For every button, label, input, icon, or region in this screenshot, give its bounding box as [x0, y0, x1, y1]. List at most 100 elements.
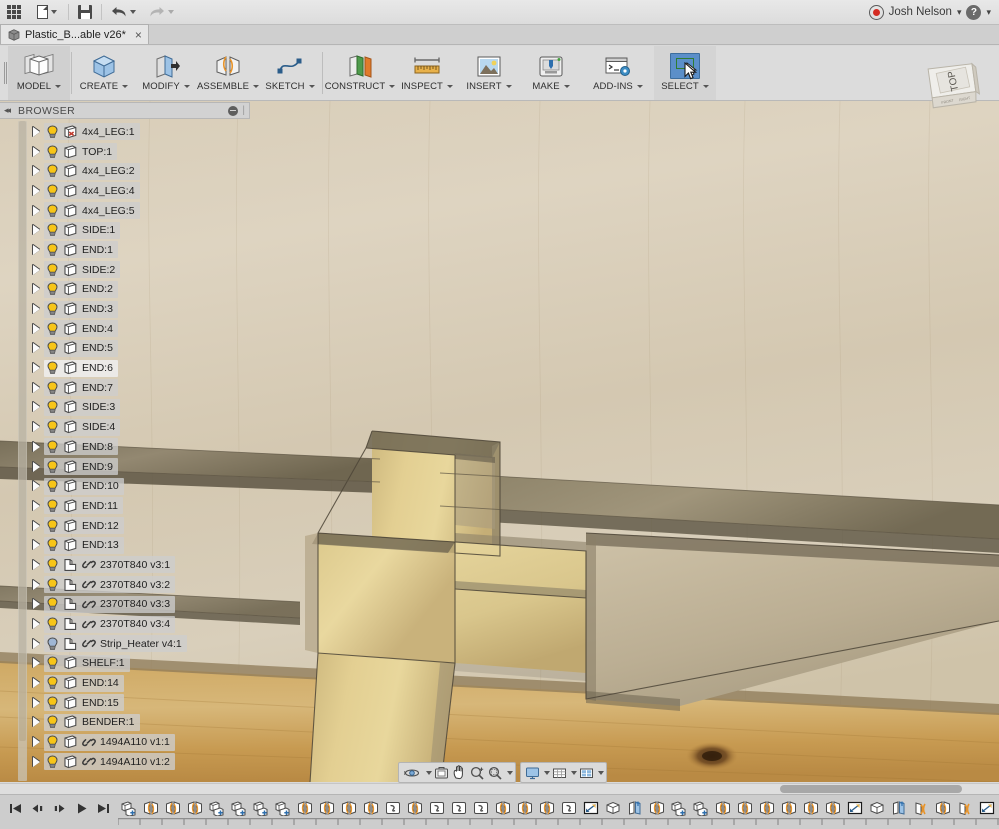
- browser-tree-item[interactable]: 4x4_LEG:1: [28, 122, 258, 142]
- expand-triangle-icon[interactable]: [28, 240, 44, 259]
- timeline-feature-joint[interactable]: [404, 797, 426, 819]
- browser-tree-item[interactable]: BENDER:1: [28, 713, 258, 733]
- lightbulb-on-icon[interactable]: [46, 302, 59, 316]
- undo-button[interactable]: [104, 1, 142, 24]
- help-menu-caret-icon[interactable]: ▾: [986, 7, 991, 18]
- expand-triangle-icon[interactable]: [28, 300, 44, 319]
- lightbulb-on-icon[interactable]: [46, 361, 59, 375]
- timeline-feature-insert-component[interactable]: [250, 797, 272, 819]
- browser-tree-item[interactable]: 4x4_LEG:4: [28, 181, 258, 201]
- browser-tree-item[interactable]: END:5: [28, 339, 258, 359]
- browser-tree-item-content[interactable]: 2370T840 v3:2: [44, 576, 176, 594]
- browser-tree-item-content[interactable]: END:8: [44, 438, 118, 456]
- expand-triangle-icon[interactable]: [28, 457, 44, 476]
- timeline-feature-joint-origin[interactable]: [910, 797, 932, 819]
- lightbulb-on-icon[interactable]: [46, 184, 59, 198]
- user-menu-caret-icon[interactable]: ▾: [957, 7, 962, 18]
- expand-triangle-icon[interactable]: [28, 280, 44, 299]
- browser-tree-item[interactable]: END:8: [28, 437, 258, 457]
- browser-tree-item-content[interactable]: 2370T840 v3:4: [44, 615, 176, 633]
- lightbulb-on-icon[interactable]: [46, 164, 59, 178]
- look-at-icon[interactable]: [432, 763, 450, 782]
- expand-triangle-icon[interactable]: [28, 418, 44, 437]
- expand-triangle-icon[interactable]: [28, 162, 44, 181]
- skip-end-icon[interactable]: [97, 802, 110, 816]
- ribbon-tab-addins[interactable]: ADD-INS: [582, 46, 654, 100]
- timeline-feature-joint[interactable]: [360, 797, 382, 819]
- lightbulb-on-icon[interactable]: [46, 322, 59, 336]
- browser-tree-item[interactable]: 2370T840 v3:4: [28, 614, 258, 634]
- lightbulb-on-icon[interactable]: [46, 420, 59, 434]
- timeline-feature-joint[interactable]: [800, 797, 822, 819]
- timeline-feature-insert-component[interactable]: [668, 797, 690, 819]
- expand-triangle-icon[interactable]: [28, 181, 44, 200]
- lightbulb-on-icon[interactable]: [46, 381, 59, 395]
- viewports-icon[interactable]: [577, 763, 595, 782]
- display-monitor-icon[interactable]: [523, 763, 541, 782]
- lightbulb-on-icon[interactable]: [46, 440, 59, 454]
- browser-tree-item-content[interactable]: SIDE:4: [44, 418, 121, 436]
- lightbulb-on-icon[interactable]: [46, 223, 59, 237]
- browser-tree-item[interactable]: 1494A110 v1:1: [28, 732, 258, 752]
- chevron-down-icon[interactable]: [507, 770, 513, 775]
- timeline-feature-joint[interactable]: [184, 797, 206, 819]
- timeline-feature-joint[interactable]: [734, 797, 756, 819]
- timeline-feature-joint[interactable]: [646, 797, 668, 819]
- browser-tree-item[interactable]: Strip_Heater v4:1: [28, 634, 258, 654]
- browser-tree-item[interactable]: 1494A110 v1:2: [28, 752, 258, 772]
- expand-triangle-icon[interactable]: [28, 536, 44, 555]
- expand-triangle-icon[interactable]: [28, 378, 44, 397]
- lightbulb-on-icon[interactable]: [46, 755, 59, 769]
- timeline-feature-insert-component[interactable]: [206, 797, 228, 819]
- browser-tree-item-content[interactable]: 4x4_LEG:4: [44, 182, 140, 200]
- step-forward-icon[interactable]: [53, 802, 66, 816]
- timeline-feature-insert-component[interactable]: [690, 797, 712, 819]
- expand-triangle-icon[interactable]: [28, 359, 44, 378]
- expand-triangle-icon[interactable]: [28, 339, 44, 358]
- browser-tree-item-content[interactable]: Strip_Heater v4:1: [44, 635, 187, 653]
- browser-tree-item-content[interactable]: END:10: [44, 477, 124, 495]
- timeline-feature-rigid-group[interactable]: [382, 797, 404, 819]
- browser-tree-item[interactable]: SIDE:1: [28, 220, 258, 240]
- step-back-icon[interactable]: [31, 802, 44, 816]
- ribbon-tab-select[interactable]: SELECT: [654, 46, 716, 100]
- ribbon-tab-create[interactable]: CREATE: [73, 46, 135, 100]
- browser-vertical-scrollbar[interactable]: [18, 121, 27, 781]
- expand-triangle-icon[interactable]: [28, 477, 44, 496]
- timeline-feature-rigid-group[interactable]: [426, 797, 448, 819]
- timeline-feature-extrude[interactable]: [602, 797, 624, 819]
- browser-tree-item[interactable]: 4x4_LEG:5: [28, 201, 258, 221]
- browser-tree-item-content[interactable]: END:13: [44, 536, 124, 554]
- zoom-icon[interactable]: [468, 763, 486, 782]
- browser-tree-item[interactable]: END:3: [28, 299, 258, 319]
- orbit-icon[interactable]: [401, 763, 423, 782]
- browser-tree-item-content[interactable]: END:6: [44, 359, 118, 377]
- ribbon-tab-assemble[interactable]: ASSEMBLE: [197, 46, 260, 100]
- browser-tree-item[interactable]: END:4: [28, 319, 258, 339]
- ribbon-tab-inspect[interactable]: INSPECT: [396, 46, 458, 100]
- expand-triangle-icon[interactable]: [28, 122, 44, 141]
- browser-tree-item-content[interactable]: END:1: [44, 241, 118, 259]
- expand-triangle-icon[interactable]: [28, 437, 44, 456]
- browser-tree-item[interactable]: SIDE:2: [28, 260, 258, 280]
- browser-tree-item-content[interactable]: END:5: [44, 339, 118, 357]
- pan-hand-icon[interactable]: [450, 763, 468, 782]
- lightbulb-on-icon[interactable]: [46, 578, 59, 592]
- browser-tree-item[interactable]: 4x4_LEG:2: [28, 161, 258, 181]
- help-icon[interactable]: ?: [966, 4, 982, 20]
- browser-tree-item-content[interactable]: 4x4_LEG:1: [44, 123, 140, 141]
- browser-tree-item-content[interactable]: END:9: [44, 458, 118, 476]
- timeline-feature-joint[interactable]: [294, 797, 316, 819]
- file-menu-button[interactable]: [28, 1, 66, 24]
- browser-tree-item-content[interactable]: SHELF:1: [44, 654, 130, 672]
- browser-tree-item[interactable]: END:10: [28, 476, 258, 496]
- timeline-feature-rigid-group[interactable]: [448, 797, 470, 819]
- scrollbar-thumb[interactable]: [19, 121, 26, 741]
- browser-tree-item-content[interactable]: TOP:1: [44, 143, 118, 161]
- expand-triangle-icon[interactable]: [28, 693, 44, 712]
- browser-tree-item[interactable]: END:1: [28, 240, 258, 260]
- browser-tree-item[interactable]: END:7: [28, 378, 258, 398]
- ribbon-tab-modify[interactable]: MODIFY: [135, 46, 197, 100]
- lightbulb-on-icon[interactable]: [46, 243, 59, 257]
- expand-triangle-icon[interactable]: [28, 674, 44, 693]
